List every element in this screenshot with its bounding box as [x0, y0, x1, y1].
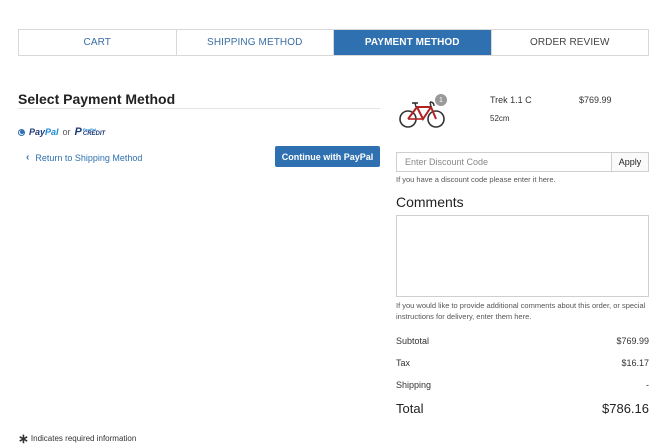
apply-discount-button[interactable]: Apply: [611, 153, 648, 171]
discount-code-input[interactable]: [397, 153, 611, 171]
discount-form: Apply: [396, 152, 649, 172]
quantity-badge: 1: [435, 94, 447, 106]
subtotal-value: $769.99: [616, 336, 649, 346]
product-price: $769.99: [579, 95, 612, 105]
paypal-radio[interactable]: [18, 128, 25, 136]
tax-value: $16.17: [621, 358, 649, 368]
shipping-label: Shipping: [396, 380, 432, 390]
required-note-text: Indicates required information: [30, 434, 137, 443]
tax-row: Tax $16.17: [396, 358, 649, 368]
chevron-left-icon: ‹: [26, 152, 30, 163]
return-to-shipping-link[interactable]: ‹ Return to Shipping Method: [26, 152, 142, 163]
shipping-value: -: [646, 380, 649, 390]
or-text: or: [62, 127, 71, 137]
payment-section-title: Select Payment Method: [18, 91, 176, 107]
shipping-row: Shipping -: [396, 380, 649, 390]
product-variant: 52cm: [490, 114, 510, 123]
required-info-note: ∗ Indicates required information: [18, 430, 137, 445]
step-shipping-method[interactable]: SHIPPING METHOD: [177, 30, 334, 55]
paypal-logo: PayPal: [29, 127, 59, 137]
step-order-review[interactable]: ORDER REVIEW: [492, 30, 649, 55]
comments-help-text: If you would like to provide additional …: [396, 301, 646, 321]
title-divider: [18, 108, 380, 109]
subtotal-label: Subtotal: [396, 336, 430, 346]
step-cart[interactable]: CART: [19, 30, 177, 55]
paypal-payment-option[interactable]: PayPal or P PayPal CREDIT: [18, 126, 105, 138]
step-payment-method[interactable]: PAYMENT METHOD: [334, 30, 492, 55]
total-label: Total: [396, 401, 424, 416]
total-row: Total $786.16: [396, 401, 649, 416]
return-label: Return to Shipping Method: [35, 152, 143, 163]
checkout-steps: CART SHIPPING METHOD PAYMENT METHOD ORDE…: [18, 29, 649, 56]
discount-help-text: If you have a discount code please enter…: [396, 175, 556, 184]
comments-textarea[interactable]: [396, 215, 649, 297]
paypal-credit-logo: P PayPal CREDIT: [74, 126, 106, 138]
continue-with-paypal-button[interactable]: Continue with PayPal: [275, 146, 380, 167]
asterisk-icon: ∗: [18, 430, 29, 445]
comments-title: Comments: [396, 194, 464, 210]
subtotal-row: Subtotal $769.99: [396, 336, 649, 346]
total-value: $786.16: [602, 401, 649, 416]
paypal-p-icon: P: [74, 126, 82, 138]
tax-label: Tax: [396, 358, 411, 368]
product-name: Trek 1.1 C: [490, 95, 532, 105]
